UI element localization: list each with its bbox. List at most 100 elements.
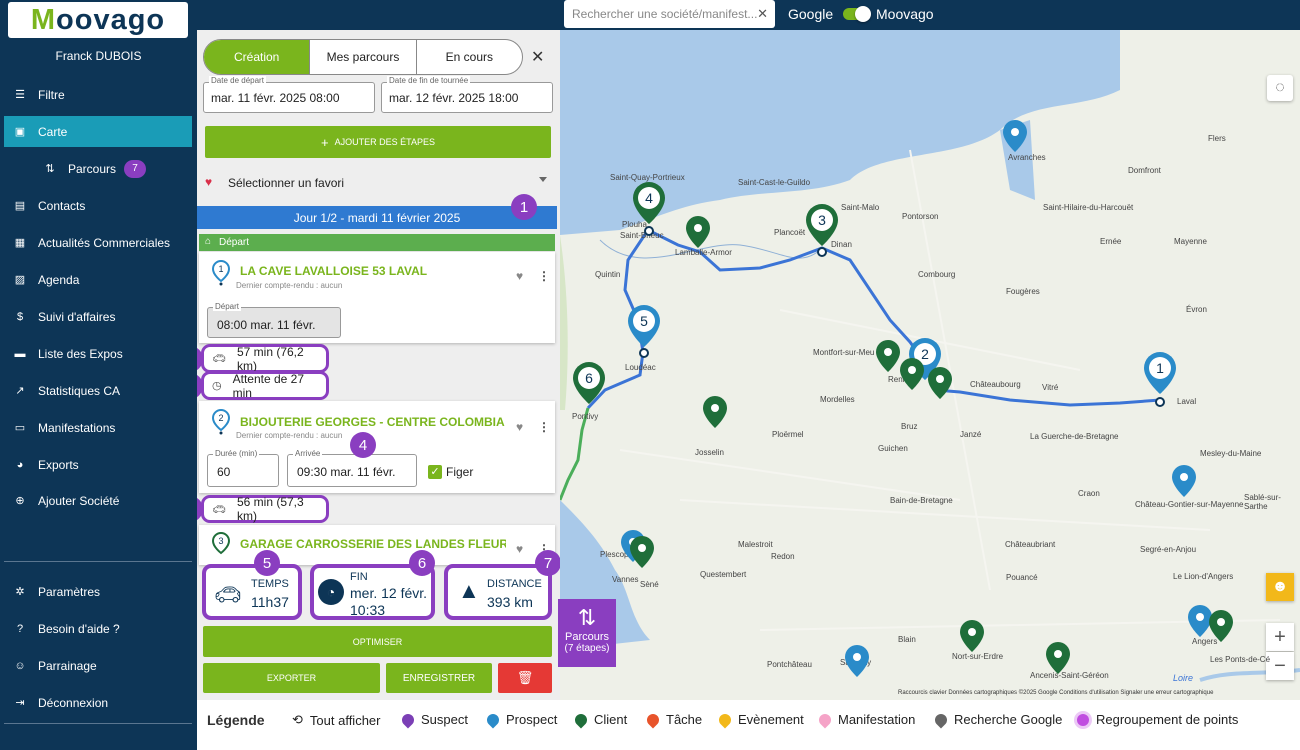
client-pin[interactable] xyxy=(686,216,710,248)
legend-evenement[interactable]: Evènement xyxy=(716,711,804,728)
car-icon: 🚗︎ xyxy=(214,582,242,607)
pin-icon xyxy=(572,711,590,728)
stop-card-2[interactable]: 2 BIJOUTERIE GEORGES - CENTRE COLOMBIA 3… xyxy=(199,401,555,493)
deals-icon: $ xyxy=(16,310,24,323)
sidebar-item-deconnexion[interactable]: ⇥ Déconnexion xyxy=(4,687,192,718)
svg-text:4: 4 xyxy=(645,190,653,206)
start-date-field[interactable]: Date de départ mar. 11 févr. 2025 08:00 xyxy=(203,76,375,113)
tab-mes-parcours[interactable]: Mes parcours xyxy=(309,40,415,74)
client-pin[interactable] xyxy=(1209,610,1233,642)
map-source-toggle[interactable] xyxy=(843,6,871,22)
save-button[interactable]: ENREGISTRER xyxy=(386,663,492,693)
stats-icon: ↗ xyxy=(15,385,25,397)
annotation-badge: 7 xyxy=(535,550,560,576)
duration-field[interactable]: Durée (min) 60 xyxy=(207,449,279,487)
parcours-button[interactable]: ⇅ Parcours (7 étapes) xyxy=(558,599,616,667)
sidebar-item-stats[interactable]: ↗ Statistiques CA xyxy=(4,375,192,406)
close-icon[interactable]: ✕ xyxy=(531,47,544,67)
fix-label: Figer xyxy=(446,465,474,479)
client-pin[interactable] xyxy=(928,367,952,399)
export-button[interactable]: EXPORTER xyxy=(203,663,380,693)
route-pin-5[interactable]: 5 xyxy=(628,305,660,358)
sidebar-item-contacts[interactable]: ▤ Contacts xyxy=(4,190,192,221)
tab-creation[interactable]: Création xyxy=(204,40,310,74)
prospect-pin[interactable] xyxy=(1003,120,1027,152)
filter-icon: ☰ xyxy=(15,89,25,101)
stop-name[interactable]: GARAGE CARROSSERIE DES LANDES FLEURIES 2… xyxy=(240,537,506,551)
sidebar-item-parcours[interactable]: ⇅ Parcours 7 xyxy=(4,153,192,184)
annotation-badge: 4 xyxy=(350,432,376,458)
sidebar-item-parametres[interactable]: ✲ Paramètres xyxy=(4,576,192,607)
route-pin-6[interactable]: 6 xyxy=(573,362,605,404)
moovago-logo[interactable]: Moovago xyxy=(8,2,188,38)
client-pin[interactable] xyxy=(630,536,654,568)
annotation-badge: 5 xyxy=(254,550,280,576)
moovago-map-label: Moovago xyxy=(876,6,934,22)
client-pin[interactable] xyxy=(876,340,900,372)
sidebar-item-carte[interactable]: ▣ Carte xyxy=(4,116,192,147)
sidebar-item-parrainage[interactable]: ☺ Parrainage xyxy=(4,650,192,681)
favorite-select[interactable]: ♥ Sélectionner un favori xyxy=(197,168,560,196)
route-pin-4[interactable]: 4 xyxy=(633,182,665,236)
sidebar-item-expos[interactable]: ▬ Liste des Expos xyxy=(4,338,192,369)
delete-button[interactable]: 🗑︎ xyxy=(498,663,552,693)
logout-icon: ⇥ xyxy=(15,697,25,709)
more-options-icon[interactable]: ⋮ xyxy=(538,269,550,283)
prospect-pin-icon: 2 xyxy=(212,409,230,435)
folder-icon: ▬ xyxy=(14,347,26,360)
sidebar-divider xyxy=(4,723,192,724)
stop-card-1[interactable]: 1 LA CAVE LAVALLOISE 53 LAVAL Dernier co… xyxy=(199,252,555,343)
user-name: Franck DUBOIS xyxy=(55,49,142,63)
end-date-field[interactable]: Date de fin de tournée mar. 12 févr. 2025… xyxy=(381,76,553,113)
map-canvas[interactable]: ◌ ☻ + − Raccourcis clavier Données carto… xyxy=(560,30,1300,700)
legend-manifestation[interactable]: Manifestation xyxy=(816,711,915,728)
sidebar-item-agenda[interactable]: ▨ Agenda xyxy=(4,264,192,295)
add-steps-button[interactable]: + AJOUTER DES ÉTAPES xyxy=(205,126,551,158)
pie-icon: ◕ xyxy=(16,458,24,471)
sidebar-item-exports[interactable]: ◕ Exports xyxy=(4,449,192,480)
legend-suspect[interactable]: Suspect xyxy=(399,711,468,728)
arrival-field[interactable]: Arrivée 09:30 mar. 11 févr. xyxy=(287,449,417,487)
stop-card-3[interactable]: 3 GARAGE CARROSSERIE DES LANDES FLEURIES… xyxy=(199,525,555,565)
tab-en-cours[interactable]: En cours xyxy=(415,40,522,74)
more-options-icon[interactable]: ⋮ xyxy=(538,420,550,434)
sidebar-item-filtre[interactable]: ☰ Filtre xyxy=(4,79,192,110)
stop-name[interactable]: LA CAVE LAVALLOISE 53 LAVAL xyxy=(240,264,506,278)
legend-prospect[interactable]: Prospect xyxy=(484,711,557,728)
sidebar-item-manifestations[interactable]: ▭ Manifestations xyxy=(4,412,192,443)
clock-icon: ◷ xyxy=(212,380,222,392)
prospect-pin[interactable] xyxy=(845,645,869,677)
sidebar-item-actualites[interactable]: ▦ Actualités Commerciales xyxy=(4,227,192,258)
client-pin-icon: 3 xyxy=(212,532,230,555)
client-pin[interactable] xyxy=(703,396,727,428)
map-icon: ▣ xyxy=(14,126,26,138)
client-pin[interactable] xyxy=(900,358,924,390)
favorite-heart-icon[interactable]: ♥ xyxy=(516,420,523,434)
legend-tache[interactable]: Tâche xyxy=(644,711,702,728)
depart-time-field[interactable]: Départ 08:00 mar. 11 févr. xyxy=(207,302,341,338)
prospect-pin[interactable] xyxy=(1188,605,1212,637)
optimise-button[interactable]: OPTIMISER xyxy=(203,626,552,657)
svg-text:1: 1 xyxy=(218,264,223,274)
route-pin-3[interactable]: 3 xyxy=(806,204,838,257)
prospect-pin[interactable] xyxy=(1172,465,1196,497)
news-icon: ▦ xyxy=(14,237,26,249)
sidebar-item-aide[interactable]: ? Besoin d'aide ? xyxy=(4,613,192,644)
sidebar-item-ajouter-societe[interactable]: ⊕ Ajouter Société xyxy=(4,485,192,516)
legend-show-all[interactable]: ⟲ Tout afficher xyxy=(292,712,381,728)
favorite-heart-icon[interactable]: ♥ xyxy=(516,542,523,556)
trash-icon: 🗑︎ xyxy=(516,670,534,685)
client-pin[interactable] xyxy=(960,620,984,652)
favorite-heart-icon[interactable]: ♥ xyxy=(516,269,523,283)
fix-checkbox[interactable]: ✓ xyxy=(428,465,442,479)
stop-name[interactable]: BIJOUTERIE GEORGES - CENTRE COLOMBIA 35 … xyxy=(240,415,506,429)
legend-recherche-google[interactable]: Recherche Google xyxy=(932,711,1062,728)
search-input[interactable]: Rechercher une société/manifest... ✕ xyxy=(564,0,775,28)
legend-client[interactable]: Client xyxy=(572,711,627,728)
client-pin[interactable] xyxy=(1046,642,1070,674)
legend-regroupement[interactable]: Regroupement de points xyxy=(1077,712,1238,727)
clear-search-icon[interactable]: ✕ xyxy=(757,6,768,22)
briefcase-icon: ▭ xyxy=(14,422,26,434)
sidebar-item-suivi[interactable]: $ Suivi d'affaires xyxy=(4,301,192,332)
route-pin-1[interactable]: 1 xyxy=(1144,352,1176,407)
